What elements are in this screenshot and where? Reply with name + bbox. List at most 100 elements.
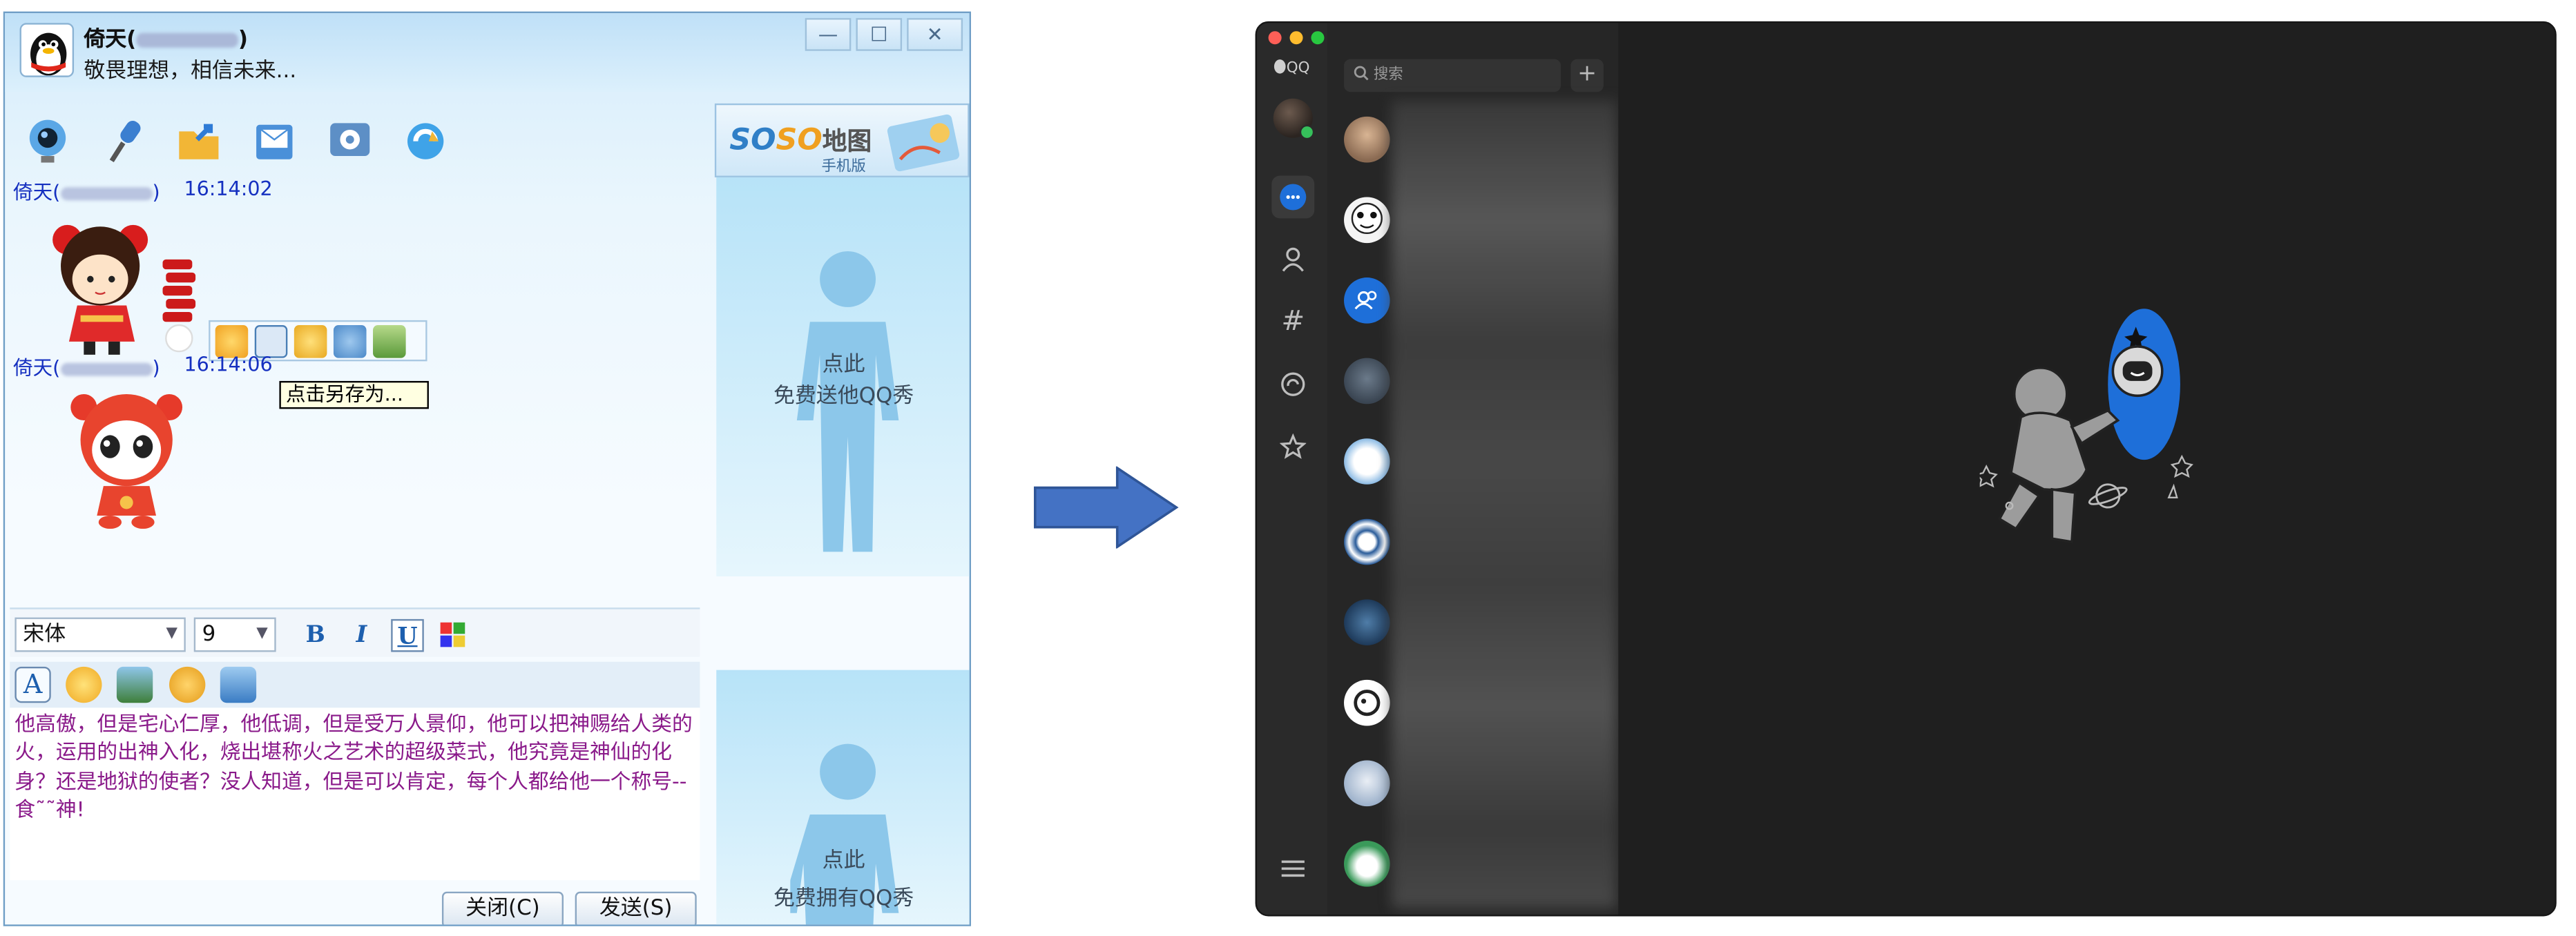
close-button[interactable]: 关闭(C) [441, 891, 564, 925]
conversation-avatar[interactable] [1344, 197, 1390, 244]
send-image-icon[interactable] [116, 666, 153, 703]
blurred-conversation-names [1392, 100, 1617, 908]
font-style-icon[interactable]: A [15, 666, 51, 703]
message-header-2: 倚天() [13, 353, 160, 380]
girl-firecracker-emoticon-icon[interactable] [44, 213, 209, 361]
close-window-button[interactable]: ✕ [907, 18, 963, 51]
message-sender: 倚天( [13, 356, 61, 380]
font-family-select[interactable]: 宋体 ▼ [15, 617, 186, 652]
conversation-avatar[interactable] [1344, 599, 1390, 645]
qq-show-line1: 点此 [822, 353, 865, 378]
message-sender: 倚天( [13, 180, 61, 204]
conversation-avatar[interactable] [1344, 518, 1390, 565]
qq-app-tag: QQ [1273, 59, 1310, 77]
sidebar-item-contacts[interactable] [1271, 238, 1314, 281]
star-icon [1280, 433, 1307, 459]
person-icon [1282, 247, 1304, 272]
penguin-avatar-icon[interactable] [19, 23, 75, 77]
chat-bubble-icon [1280, 184, 1307, 211]
conversation-avatar[interactable] [1344, 841, 1390, 887]
conversation-avatar-group[interactable] [1344, 277, 1390, 324]
video-call-icon[interactable] [21, 115, 74, 168]
qq-show-line2: 免费拥有QQ秀 [773, 886, 914, 912]
close-dot-icon[interactable] [1268, 31, 1282, 45]
blurred-qq-number [60, 186, 153, 200]
font-family-value: 宋体 [23, 622, 66, 647]
circle-swirl-icon [1281, 372, 1305, 396]
screenshot-icon[interactable] [220, 666, 257, 703]
my-avatar[interactable] [1273, 98, 1315, 140]
contact-name-text: 倚天( [84, 28, 137, 53]
astronaut-illustration-icon [1979, 309, 2193, 544]
sidebar-item-channels[interactable]: # [1271, 300, 1314, 343]
contact-name: 倚天() [84, 21, 248, 52]
italic-button[interactable]: I [345, 619, 378, 652]
sidebar-item-zone[interactable] [1271, 363, 1314, 406]
map-graphic-icon [887, 114, 960, 172]
message-header-1: 倚天() [13, 177, 160, 205]
sidebar-item-favorites[interactable] [1271, 425, 1314, 468]
bold-button[interactable]: B [299, 619, 332, 652]
add-emoticon-icon[interactable] [294, 324, 327, 358]
send-button[interactable]: 发送(S) [575, 891, 697, 925]
save-as-icon[interactable] [254, 324, 288, 358]
message-input[interactable]: 他高傲，但是宅心仁厚，他低调，但是受万人景仰，他可以把神赐给人类的火，运用的出神… [10, 708, 700, 881]
qq-app-tag-text: QQ [1286, 61, 1310, 77]
app-settings-icon[interactable] [324, 115, 376, 168]
conversation-avatar[interactable] [1344, 358, 1390, 404]
tiger-emoticon-icon[interactable] [68, 391, 186, 529]
minimize-dot-icon[interactable] [1289, 31, 1303, 45]
sidebar-rail: QQ # [1256, 23, 1328, 915]
qq-show-panel-self[interactable]: 点此 免费拥有QQ秀 [716, 670, 970, 925]
main-menu-button[interactable] [1271, 848, 1314, 890]
window-traffic-lights [1268, 31, 1325, 45]
conversation-avatar[interactable] [1344, 679, 1390, 726]
save-as-tooltip: 点击另存为... [279, 380, 429, 409]
new-qq-window: QQ # 搜索 + [1255, 21, 2557, 917]
remote-assist-icon[interactable] [399, 115, 452, 168]
soso-logo-part-b: SO [776, 123, 823, 158]
contact-name-close: ) [238, 28, 249, 53]
message-time-2: 16:14:06 [184, 353, 273, 376]
chevron-down-icon: ▼ [256, 625, 268, 643]
underline-button[interactable]: U [391, 618, 424, 652]
zoom-dot-icon[interactable] [1311, 31, 1325, 45]
send-sms-icon[interactable] [248, 115, 300, 168]
chat-toolbar [21, 115, 452, 168]
microphone-icon[interactable] [97, 115, 149, 168]
emoticon-icon[interactable] [66, 666, 102, 703]
send-file-icon[interactable] [173, 115, 225, 168]
font-format-bar: 宋体 ▼ 9 ▼ B I U [10, 607, 700, 657]
penguin-logo-icon [1273, 59, 1286, 74]
contact-signature: 敬畏理想，相信未来... [84, 59, 297, 84]
maximize-button[interactable]: ☐ [856, 18, 903, 51]
soso-map-banner[interactable]: SOSO地图 手机版 [714, 103, 970, 177]
sidebar-item-messages[interactable] [1271, 175, 1315, 219]
find-image-icon[interactable] [333, 324, 367, 358]
hamburger-menu-icon [1281, 860, 1305, 877]
blurred-qq-number [60, 362, 153, 376]
magic-emoticon-icon[interactable] [169, 666, 206, 703]
conversation-avatar[interactable] [1344, 438, 1390, 485]
soso-logo-part-a: SO [729, 123, 776, 158]
open-folder-icon[interactable] [373, 324, 406, 358]
group-icon [1354, 291, 1377, 310]
soso-logo-part-c: 地图 [822, 126, 872, 157]
conversation-avatar[interactable] [1344, 116, 1390, 163]
transition-arrow-icon [1033, 466, 1179, 549]
add-button[interactable]: + [1570, 59, 1604, 92]
soso-logo: SOSO地图 [729, 123, 872, 157]
search-input[interactable]: 搜索 [1344, 59, 1561, 92]
color-palette-icon[interactable] [437, 619, 470, 652]
hash-icon: # [1281, 305, 1305, 339]
zoom-in-icon[interactable] [215, 324, 249, 358]
conversation-avatar[interactable] [1344, 760, 1390, 807]
qq-show-line2: 免费送他QQ秀 [773, 384, 914, 409]
old-title-bar: 倚天() 敬畏理想，相信未来... — ☐ ✕ [5, 13, 970, 92]
minimize-button[interactable]: — [805, 18, 852, 51]
input-toolbar: A [10, 661, 700, 708]
font-size-select[interactable]: 9 ▼ [193, 617, 276, 652]
message-time-1: 16:14:02 [184, 177, 273, 201]
qq-show-panel-friend[interactable]: 点此 免费送他QQ秀 [716, 177, 970, 577]
font-size-value: 9 [202, 622, 216, 647]
